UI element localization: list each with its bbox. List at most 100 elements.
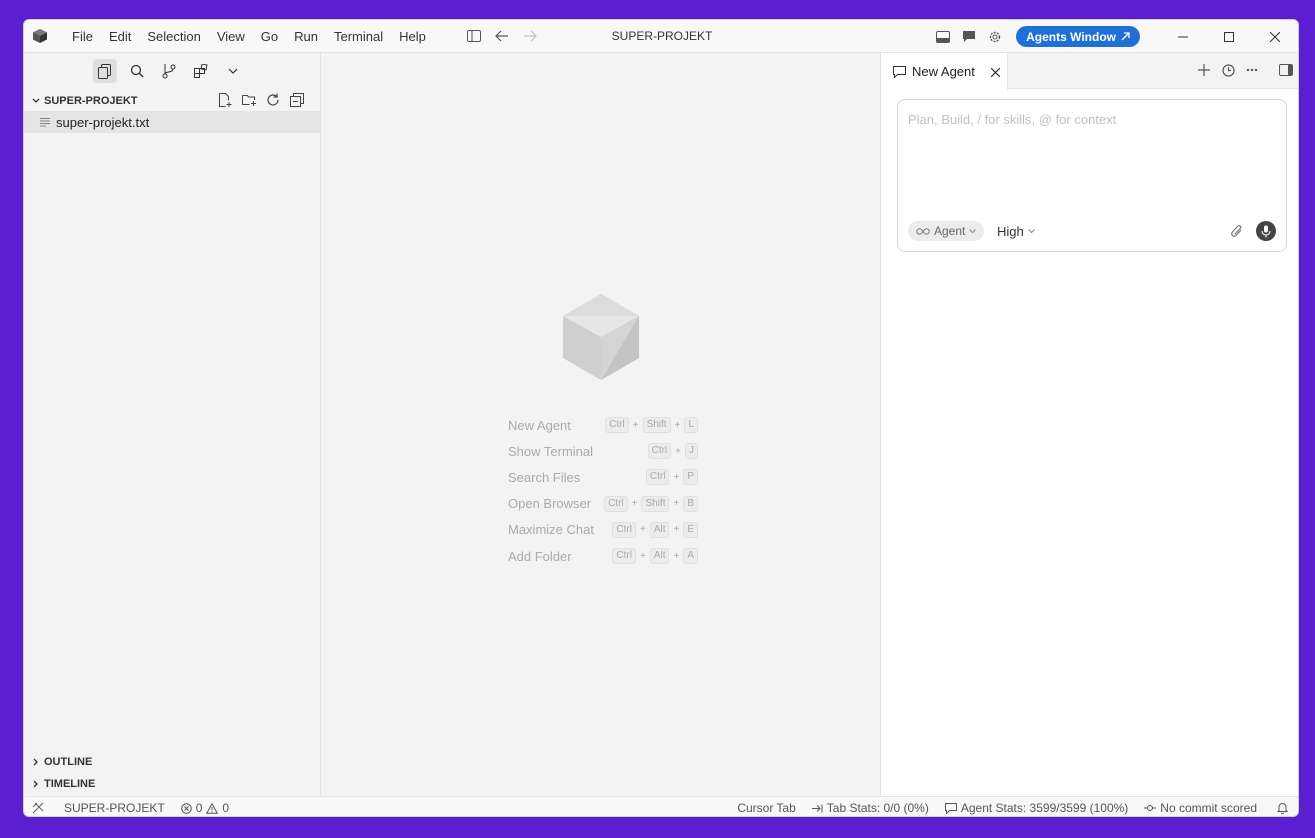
history-clock-icon[interactable] [1220, 62, 1236, 78]
microphone-icon[interactable] [1256, 221, 1276, 241]
toggle-right-panel-icon[interactable] [1278, 62, 1294, 78]
plus: + [632, 419, 639, 431]
menu-edit[interactable]: Edit [101, 20, 139, 53]
panel-actions [1196, 62, 1294, 78]
app-window: File Edit Selection View Go Run Terminal… [23, 19, 1299, 817]
shortcut-label: New Agent [508, 417, 571, 433]
shortcut-row[interactable]: Show Terminal Ctrl + J [508, 438, 698, 464]
status-left: SUPER-PROJEKT 0 0 [32, 797, 229, 816]
shortcut-row[interactable]: Maximize Chat Ctrl + Alt + E [508, 517, 698, 543]
chat-bubble-icon[interactable] [956, 20, 982, 53]
menu-help[interactable]: Help [391, 20, 434, 53]
key: P [683, 469, 698, 486]
status-bar: SUPER-PROJEKT 0 0 Cursor Tab Tab Stats: … [24, 796, 1298, 816]
explorer-section-title: SUPER-PROJEKT [44, 95, 138, 107]
plus: + [673, 471, 680, 483]
explorer-files-icon[interactable] [93, 59, 117, 83]
toggle-sidebar-icon[interactable] [466, 28, 482, 44]
chevron-down-icon [30, 98, 42, 104]
key: Ctrl [645, 469, 670, 486]
problems-indicator[interactable]: 0 0 [180, 801, 229, 815]
plus-icon[interactable] [1196, 62, 1212, 78]
key: Ctrl [612, 548, 636, 565]
bell-icon[interactable] [1277, 802, 1288, 814]
key: E [683, 521, 698, 538]
agent-stats-status[interactable]: Agent Stats: 3599/3599 (100%) [944, 801, 1128, 815]
gear-icon[interactable] [982, 20, 1008, 53]
tab-new-agent[interactable]: New Agent [881, 53, 1008, 90]
new-file-icon[interactable] [216, 91, 234, 109]
external-arrow-icon [1121, 32, 1130, 41]
commit-score-status[interactable]: No commit scored [1144, 801, 1257, 815]
extensions-icon[interactable] [189, 59, 213, 83]
status-right: Cursor Tab Tab Stats: 0/0 (0%) Agent Sta… [737, 797, 1288, 816]
key: Alt [649, 548, 670, 565]
close-window-button[interactable] [1252, 20, 1298, 53]
collapse-all-icon[interactable] [288, 91, 306, 109]
paperclip-icon[interactable] [1228, 222, 1246, 240]
git-commit-icon [1144, 805, 1157, 811]
chat-bubble-icon [893, 65, 906, 78]
new-folder-icon[interactable] [240, 91, 258, 109]
shortcut-keys: Ctrl + J [647, 443, 698, 460]
chevron-down-icon [1027, 228, 1035, 233]
key: Shift [641, 495, 670, 512]
chevron-down-icon[interactable] [221, 59, 245, 83]
agent-prompt-input[interactable] [908, 112, 1268, 127]
tab-stats-status[interactable]: Tab Stats: 0/0 (0%) [811, 801, 929, 815]
shortcut-keys: Ctrl + Shift + B [604, 495, 698, 512]
timeline-section-header[interactable]: TIMELINE [24, 773, 320, 795]
remote-indicator-icon[interactable] [32, 802, 44, 814]
toggle-panel-icon[interactable] [930, 20, 956, 53]
plus: + [639, 550, 646, 562]
shortcut-keys: Ctrl + P [645, 469, 698, 486]
plus: + [639, 524, 646, 536]
key: J [685, 443, 698, 460]
shortcut-row[interactable]: Add Folder Ctrl + Alt + A [508, 543, 698, 569]
file-item[interactable]: super-projekt.txt [24, 111, 320, 133]
plus: + [674, 419, 681, 431]
menu-terminal[interactable]: Terminal [326, 20, 391, 53]
agent-mode-dropdown[interactable]: Agent [908, 221, 985, 241]
cursor-tab-status[interactable]: Cursor Tab [737, 801, 795, 815]
key: Shift [642, 417, 671, 434]
chat-bubble-icon [944, 802, 957, 814]
menu-run[interactable]: Run [286, 20, 326, 53]
menu-view[interactable]: View [209, 20, 253, 53]
shortcut-label: Open Browser [508, 496, 592, 512]
menu-selection[interactable]: Selection [139, 20, 208, 53]
shortcut-row[interactable]: New Agent Ctrl + Shift + L [508, 412, 698, 438]
shortcut-label: Maximize Chat [508, 522, 594, 538]
back-arrow-icon[interactable] [494, 28, 510, 44]
explorer-actions [216, 91, 306, 109]
title-right-controls: Agents Window [930, 20, 1298, 53]
shortcut-row[interactable]: Search Files Ctrl + P [508, 464, 698, 490]
shortcut-row[interactable]: Open Browser Ctrl + Shift + B [508, 491, 698, 517]
maximize-button[interactable] [1206, 20, 1252, 53]
key: L [684, 417, 698, 434]
minimize-button[interactable] [1160, 20, 1206, 53]
plus: + [631, 498, 638, 510]
outline-section-header[interactable]: OUTLINE [24, 751, 320, 773]
effort-dropdown[interactable]: High [997, 221, 1035, 241]
tab-arrow-icon [811, 804, 823, 812]
status-project[interactable]: SUPER-PROJEKT [64, 801, 165, 815]
commit-score-label: No commit scored [1160, 801, 1257, 815]
menu-file[interactable]: File [64, 20, 101, 53]
plus: + [673, 550, 680, 562]
search-icon[interactable] [125, 59, 149, 83]
menu-go[interactable]: Go [253, 20, 286, 53]
key: Alt [649, 521, 670, 538]
forward-arrow-icon[interactable] [522, 28, 538, 44]
explorer-sidebar: SUPER-PROJEKT super-projekt.txt OUTLINE … [24, 53, 321, 796]
source-control-icon[interactable] [157, 59, 181, 83]
tab-stats-label: Tab Stats: 0/0 (0%) [826, 801, 929, 815]
agents-window-button[interactable]: Agents Window [1016, 26, 1140, 47]
cursor-watermark-icon [563, 294, 639, 380]
warning-icon [206, 802, 219, 814]
effort-label: High [997, 223, 1024, 239]
refresh-icon[interactable] [264, 91, 282, 109]
agent-panel: New Agent Plan, Build, / for skills, @ f… [880, 53, 1298, 796]
close-icon[interactable] [990, 64, 1001, 80]
more-options-icon[interactable] [1244, 62, 1260, 78]
